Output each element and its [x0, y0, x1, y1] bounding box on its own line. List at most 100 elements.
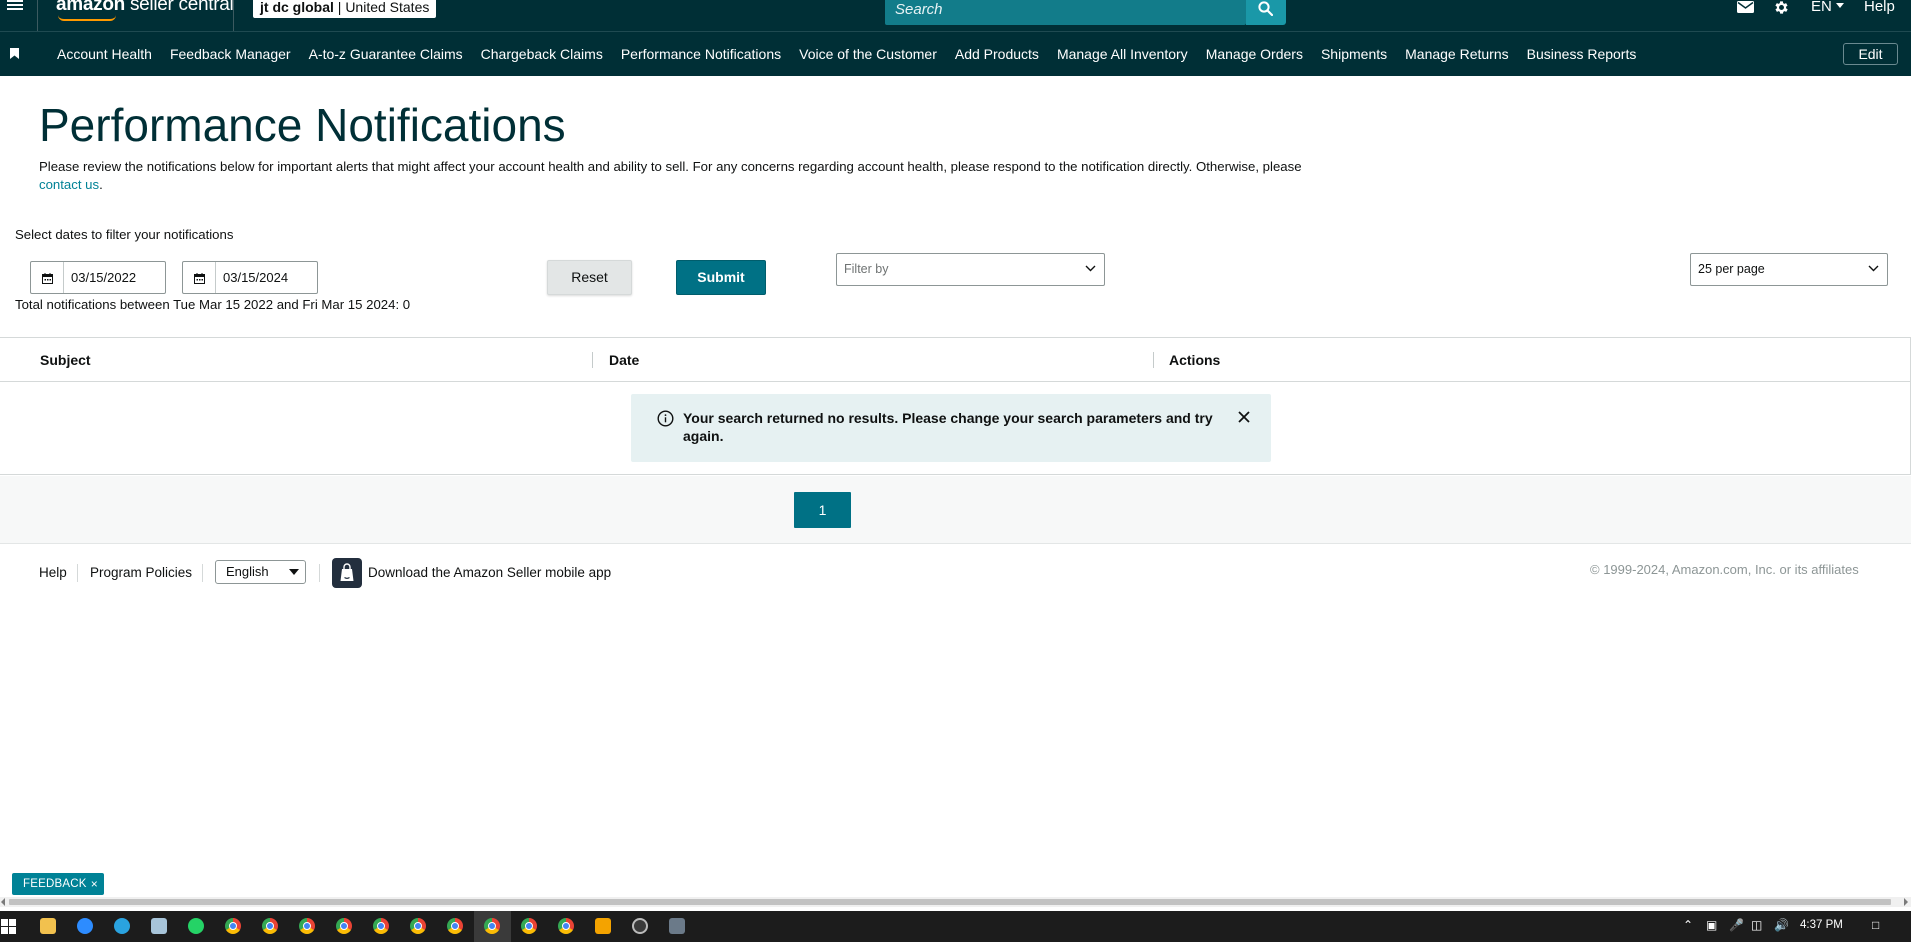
contact-us-link[interactable]: contact us	[39, 177, 99, 192]
nav-item-chargeback-claims[interactable]: Chargeback Claims	[472, 46, 612, 62]
calculator-icon[interactable]	[669, 918, 685, 934]
chrome-icon[interactable]	[225, 918, 241, 934]
chrome-icon[interactable]	[373, 918, 389, 934]
scroll-left-icon[interactable]	[1, 898, 5, 906]
column-divider	[592, 352, 593, 368]
gear-icon[interactable]	[1773, 0, 1790, 16]
submit-button[interactable]: Submit	[676, 260, 766, 295]
chrome-icon[interactable]	[410, 918, 426, 934]
file-explorer-icon[interactable]	[40, 918, 56, 934]
nav-item-account-health[interactable]: Account Health	[48, 46, 161, 62]
calendar-icon	[194, 273, 205, 284]
mobile-app-download-link[interactable]: Download the Amazon Seller mobile app	[368, 565, 611, 580]
seller-central-logo[interactable]: amazon seller central	[56, 0, 234, 21]
footer: Help Program Policies English Download t…	[0, 556, 1911, 590]
nav-item-feedback-manager[interactable]: Feedback Manager	[161, 46, 300, 62]
filter-by-placeholder: Filter by	[844, 262, 889, 276]
nav-items: Account Health Feedback Manager A-to-z G…	[48, 32, 1645, 76]
column-subject[interactable]: Subject	[40, 338, 91, 382]
mail-icon[interactable]	[1737, 1, 1754, 13]
end-date-input[interactable]	[217, 262, 315, 293]
microphone-icon[interactable]: 🎤	[1729, 918, 1744, 932]
copyright-text: © 1999-2024, Amazon.com, Inc. or its aff…	[1590, 562, 1859, 577]
footer-divider	[77, 564, 78, 582]
start-date-calendar-button[interactable]	[31, 262, 64, 293]
chrome-icon[interactable]	[262, 918, 278, 934]
help-link[interactable]: Help	[1864, 0, 1895, 15]
chevron-down-icon	[1835, 3, 1844, 8]
page-button-current[interactable]: 1	[794, 492, 851, 528]
scrollbar-thumb[interactable]	[9, 899, 1891, 905]
tray-chevron-up-icon[interactable]: ⌃	[1683, 918, 1693, 932]
app-r-icon[interactable]	[595, 918, 611, 934]
logo-sub: seller central	[129, 0, 234, 15]
nav-item-business-reports[interactable]: Business Reports	[1518, 46, 1646, 62]
amazon-app-icon[interactable]	[332, 558, 362, 588]
chrome-icon[interactable]	[299, 918, 315, 934]
nav-item-add-products[interactable]: Add Products	[946, 46, 1048, 62]
search-box	[885, 0, 1246, 25]
whatsapp-icon[interactable]	[188, 918, 204, 934]
program-policies-link[interactable]: Program Policies	[90, 565, 192, 580]
column-divider	[1153, 352, 1154, 368]
chrome-icon[interactable]	[336, 918, 352, 934]
chrome-icon[interactable]	[484, 918, 500, 934]
nav-item-voice-of-customer[interactable]: Voice of the Customer	[790, 46, 946, 62]
chrome-icon[interactable]	[447, 918, 463, 934]
chevron-down-icon	[1085, 265, 1096, 272]
chevron-down-icon	[289, 569, 299, 575]
footer-language-value: English	[226, 564, 269, 579]
logo-main: amazon	[56, 0, 125, 15]
chrome-icon[interactable]	[558, 918, 574, 934]
nav-item-performance-notifications[interactable]: Performance Notifications	[612, 46, 790, 62]
per-page-select[interactable]: 25 per page	[1690, 253, 1888, 286]
reset-button[interactable]: Reset	[547, 260, 632, 295]
bookmark-icon[interactable]	[10, 48, 19, 59]
obs-icon[interactable]	[632, 918, 648, 934]
info-icon	[657, 410, 674, 427]
taskbar-clock[interactable]: 4:37 PM	[1800, 919, 1843, 931]
nav-item-manage-returns[interactable]: Manage Returns	[1396, 46, 1518, 62]
feedback-button[interactable]: FEEDBACK ×	[12, 873, 104, 895]
calendar-icon	[42, 273, 53, 284]
horizontal-scrollbar[interactable]	[0, 897, 1911, 907]
notifications-icon[interactable]: □	[1872, 918, 1879, 932]
feedback-close-icon[interactable]: ×	[91, 873, 98, 895]
intro-end: .	[99, 177, 103, 192]
column-actions[interactable]: Actions	[1169, 338, 1220, 382]
footer-language-select[interactable]: English	[215, 560, 306, 584]
start-date-input[interactable]	[65, 262, 163, 293]
chevron-down-icon	[1868, 265, 1879, 272]
zoom-icon[interactable]	[77, 918, 93, 934]
search-icon	[1258, 1, 1273, 16]
filter-by-select[interactable]: Filter by	[836, 253, 1105, 286]
scroll-right-icon[interactable]	[1904, 898, 1908, 906]
account-switcher[interactable]: jt dc global | United States	[253, 0, 437, 18]
close-icon[interactable]	[1238, 411, 1250, 423]
search-input[interactable]	[885, 0, 1246, 25]
column-date[interactable]: Date	[609, 338, 639, 382]
footer-help-link[interactable]: Help	[39, 565, 67, 580]
search-button[interactable]	[1246, 0, 1286, 25]
edit-nav-button[interactable]: Edit	[1843, 43, 1898, 65]
windows-start-icon[interactable]	[1, 919, 16, 934]
nav-item-a-to-z-claims[interactable]: A-to-z Guarantee Claims	[300, 46, 472, 62]
per-page-value: 25 per page	[1698, 262, 1765, 276]
network-icon[interactable]: ◫	[1751, 918, 1762, 932]
nav-item-manage-inventory[interactable]: Manage All Inventory	[1048, 46, 1197, 62]
volume-icon[interactable]: 🔊	[1774, 918, 1789, 932]
meet-now-icon[interactable]: ▣	[1706, 918, 1717, 932]
page-title: Performance Notifications	[39, 99, 566, 151]
telegram-icon[interactable]	[114, 918, 130, 934]
chrome-icon[interactable]	[521, 918, 537, 934]
intro-text: Please review the notifications below fo…	[39, 158, 1309, 194]
account-separator: |	[337, 0, 342, 15]
menu-icon[interactable]	[7, 0, 23, 14]
nav-item-shipments[interactable]: Shipments	[1312, 46, 1396, 62]
end-date-calendar-button[interactable]	[183, 262, 216, 293]
language-menu[interactable]: EN	[1811, 0, 1844, 15]
pagination: 1	[0, 476, 1911, 544]
no-results-alert: Your search returned no results. Please …	[631, 394, 1271, 462]
notepad-icon[interactable]	[151, 918, 167, 934]
nav-item-manage-orders[interactable]: Manage Orders	[1197, 46, 1312, 62]
